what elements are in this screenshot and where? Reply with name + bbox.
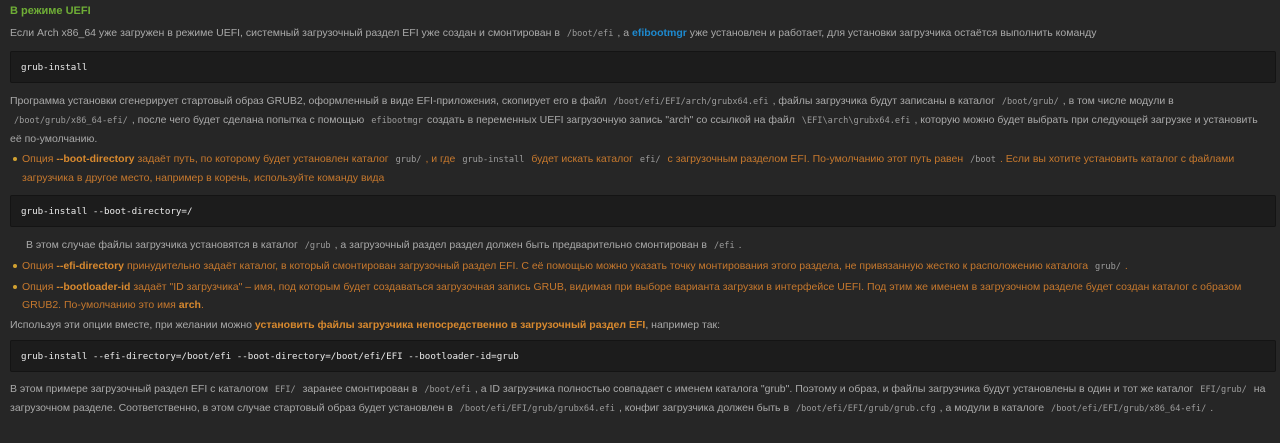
options-list-2: Опция --efi-directory принудительно зада… bbox=[10, 257, 1270, 314]
default-value: arch bbox=[178, 299, 201, 311]
example-paragraph: В этом примере загрузочный раздел EFI с … bbox=[10, 380, 1270, 418]
path-code: grub/ bbox=[395, 155, 422, 165]
text: создать в переменных UEFI загрузочную за… bbox=[426, 114, 795, 126]
path-code: /boot bbox=[970, 155, 996, 165]
text: , и где bbox=[425, 153, 456, 165]
text: , например так: bbox=[645, 319, 721, 331]
text: . bbox=[1210, 402, 1214, 414]
text: уже установлен и работает, для установки… bbox=[689, 27, 1097, 39]
path-code: EFI/grub/ bbox=[1200, 385, 1247, 395]
text: заранее смонтирован в bbox=[302, 383, 418, 395]
path-code: /boot/efi/EFI/grub/grubx64.efi bbox=[459, 404, 615, 414]
path-code: /boot/efi/EFI/arch/grubx64.efi bbox=[613, 97, 769, 107]
text: , а bbox=[617, 27, 630, 39]
text: будет искать каталог bbox=[531, 153, 633, 165]
path-code: /boot/grub/ bbox=[1001, 97, 1059, 107]
command-code: efibootmgr bbox=[371, 116, 423, 126]
command-code: grub-install bbox=[462, 155, 525, 165]
text: задаёт путь, по которому будет установле… bbox=[137, 153, 389, 165]
code-block-full-example: grub-install --efi-directory=/boot/efi -… bbox=[10, 340, 1276, 372]
text: , а ID загрузчика полностью совпадает с … bbox=[474, 383, 1194, 395]
text: принудительно задаёт каталог, в который … bbox=[126, 260, 1089, 272]
text: Программа установки сгенерирует стартовы… bbox=[10, 95, 607, 107]
path-code: \EFI\arch\grubx64.efi bbox=[801, 116, 911, 126]
text: , после чего будет сделана попытка с пом… bbox=[131, 114, 365, 126]
section-title: В режиме UEFI bbox=[10, 5, 91, 17]
explanation-paragraph: Программа установки сгенерирует стартовы… bbox=[10, 92, 1270, 148]
text: В этом примере загрузочный раздел EFI с … bbox=[10, 383, 269, 395]
text: . bbox=[200, 299, 204, 311]
note-paragraph: В этом случае файлы загрузчика установят… bbox=[10, 236, 1270, 255]
usage-paragraph: Используя эти опции вместе, при желании … bbox=[10, 316, 1270, 334]
path-code: /boot/efi/EFI/grub/grub.cfg bbox=[795, 404, 936, 414]
text: Опция bbox=[22, 260, 54, 272]
path-code: /boot/efi/EFI/grub/x86_64-efi/ bbox=[1051, 404, 1207, 414]
text: , а загрузочный раздел раздел должен быт… bbox=[334, 239, 708, 251]
text: Если Arch x86_64 уже загружен в режиме U… bbox=[10, 27, 560, 39]
text: Опция bbox=[22, 153, 54, 165]
text: . bbox=[738, 239, 742, 251]
path-code: /boot/grub/x86_64-efi/ bbox=[14, 116, 128, 126]
efibootmgr-link[interactable]: efibootmgr bbox=[632, 27, 687, 39]
list-item: Опция --boot-directory задаёт путь, по к… bbox=[13, 150, 1270, 187]
path-code: efi/ bbox=[639, 155, 661, 165]
option-name: --boot-directory bbox=[56, 153, 135, 165]
text: . bbox=[1124, 260, 1128, 272]
path-code: EFI/ bbox=[274, 385, 296, 395]
text: задаёт "ID загрузчика" – имя, под которы… bbox=[22, 281, 1242, 311]
path-code: /efi bbox=[713, 241, 735, 251]
text: Опция bbox=[22, 281, 54, 293]
text: В этом случае файлы загрузчика установят… bbox=[26, 239, 298, 251]
install-efi-link[interactable]: установить файлы загрузчика непосредстве… bbox=[255, 319, 645, 331]
text: , а модули в каталоге bbox=[939, 402, 1045, 414]
text: с загрузочным разделом EFI. По-умолчанию… bbox=[667, 153, 964, 165]
code-block-boot-directory: grub-install --boot-directory=/ bbox=[10, 195, 1276, 227]
path-code: /boot/efi bbox=[424, 385, 471, 395]
article: В режиме UEFI Если Arch x86_64 уже загру… bbox=[0, 0, 1280, 418]
text: Используя эти опции вместе, при желании … bbox=[10, 319, 252, 331]
intro-paragraph: Если Arch x86_64 уже загружен в режиме U… bbox=[10, 24, 1270, 43]
code-block-grub-install: grub-install bbox=[10, 51, 1276, 83]
text: , файлы загрузчика будут записаны в ката… bbox=[772, 95, 995, 107]
list-item: Опция --bootloader-id задаёт "ID загрузч… bbox=[13, 278, 1270, 314]
text: , в том числе модули в bbox=[1062, 95, 1174, 107]
text: , конфиг загрузчика должен быть в bbox=[618, 402, 790, 414]
option-name: --bootloader-id bbox=[56, 281, 131, 293]
path-code: /grub bbox=[304, 241, 331, 251]
path-code: grub/ bbox=[1095, 262, 1121, 272]
options-list: Опция --boot-directory задаёт путь, по к… bbox=[10, 150, 1270, 187]
path-code: /boot/efi bbox=[566, 29, 614, 39]
option-name: --efi-directory bbox=[56, 260, 125, 272]
list-item: Опция --efi-directory принудительно зада… bbox=[13, 257, 1270, 276]
